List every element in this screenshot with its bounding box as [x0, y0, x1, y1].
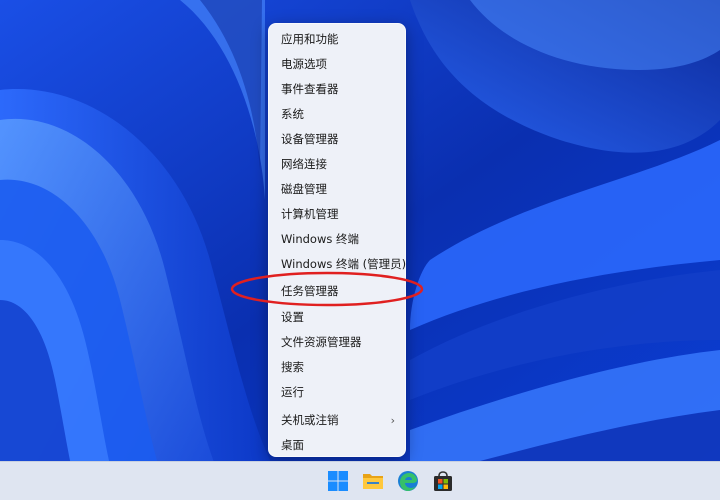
menu-item-apps-and-features[interactable]: 应用和功能 — [269, 27, 405, 52]
menu-item-search[interactable]: 搜索 — [269, 355, 405, 380]
menu-item-device-manager[interactable]: 设备管理器 — [269, 127, 405, 152]
menu-item-computer-management[interactable]: 计算机管理 — [269, 202, 405, 227]
chevron-right-icon: › — [390, 414, 395, 427]
menu-item-windows-terminal-admin[interactable]: Windows 终端 (管理员) — [269, 252, 406, 277]
menu-item-file-explorer[interactable]: 文件资源管理器 — [269, 330, 405, 355]
menu-item-disk-management[interactable]: 磁盘管理 — [269, 177, 405, 202]
edge-browser-icon[interactable] — [397, 470, 419, 492]
menu-item-label: 关机或注销 — [281, 413, 339, 427]
menu-item-windows-terminal[interactable]: Windows 终端 — [269, 227, 405, 252]
file-explorer-icon[interactable] — [362, 470, 384, 492]
menu-item-shutdown-or-signout[interactable]: 关机或注销 › — [269, 408, 405, 433]
windows-start-icon[interactable] — [327, 470, 349, 492]
taskbar — [0, 461, 720, 500]
menu-item-settings[interactable]: 设置 — [269, 305, 405, 330]
menu-item-system[interactable]: 系统 — [269, 102, 405, 127]
menu-item-run[interactable]: 运行 — [269, 380, 405, 405]
menu-separator — [269, 406, 405, 407]
menu-item-desktop[interactable]: 桌面 — [269, 433, 405, 458]
winx-context-menu: 应用和功能 电源选项 事件查看器 系统 设备管理器 网络连接 磁盘管理 计算机管… — [268, 23, 406, 457]
menu-item-power-options[interactable]: 电源选项 — [269, 52, 405, 77]
menu-item-network-connections[interactable]: 网络连接 — [269, 152, 405, 177]
menu-item-event-viewer[interactable]: 事件查看器 — [269, 77, 405, 102]
desktop: 应用和功能 电源选项 事件查看器 系统 设备管理器 网络连接 磁盘管理 计算机管… — [0, 0, 720, 500]
microsoft-store-icon[interactable] — [432, 470, 454, 492]
menu-item-task-manager[interactable]: 任务管理器 — [269, 277, 405, 305]
